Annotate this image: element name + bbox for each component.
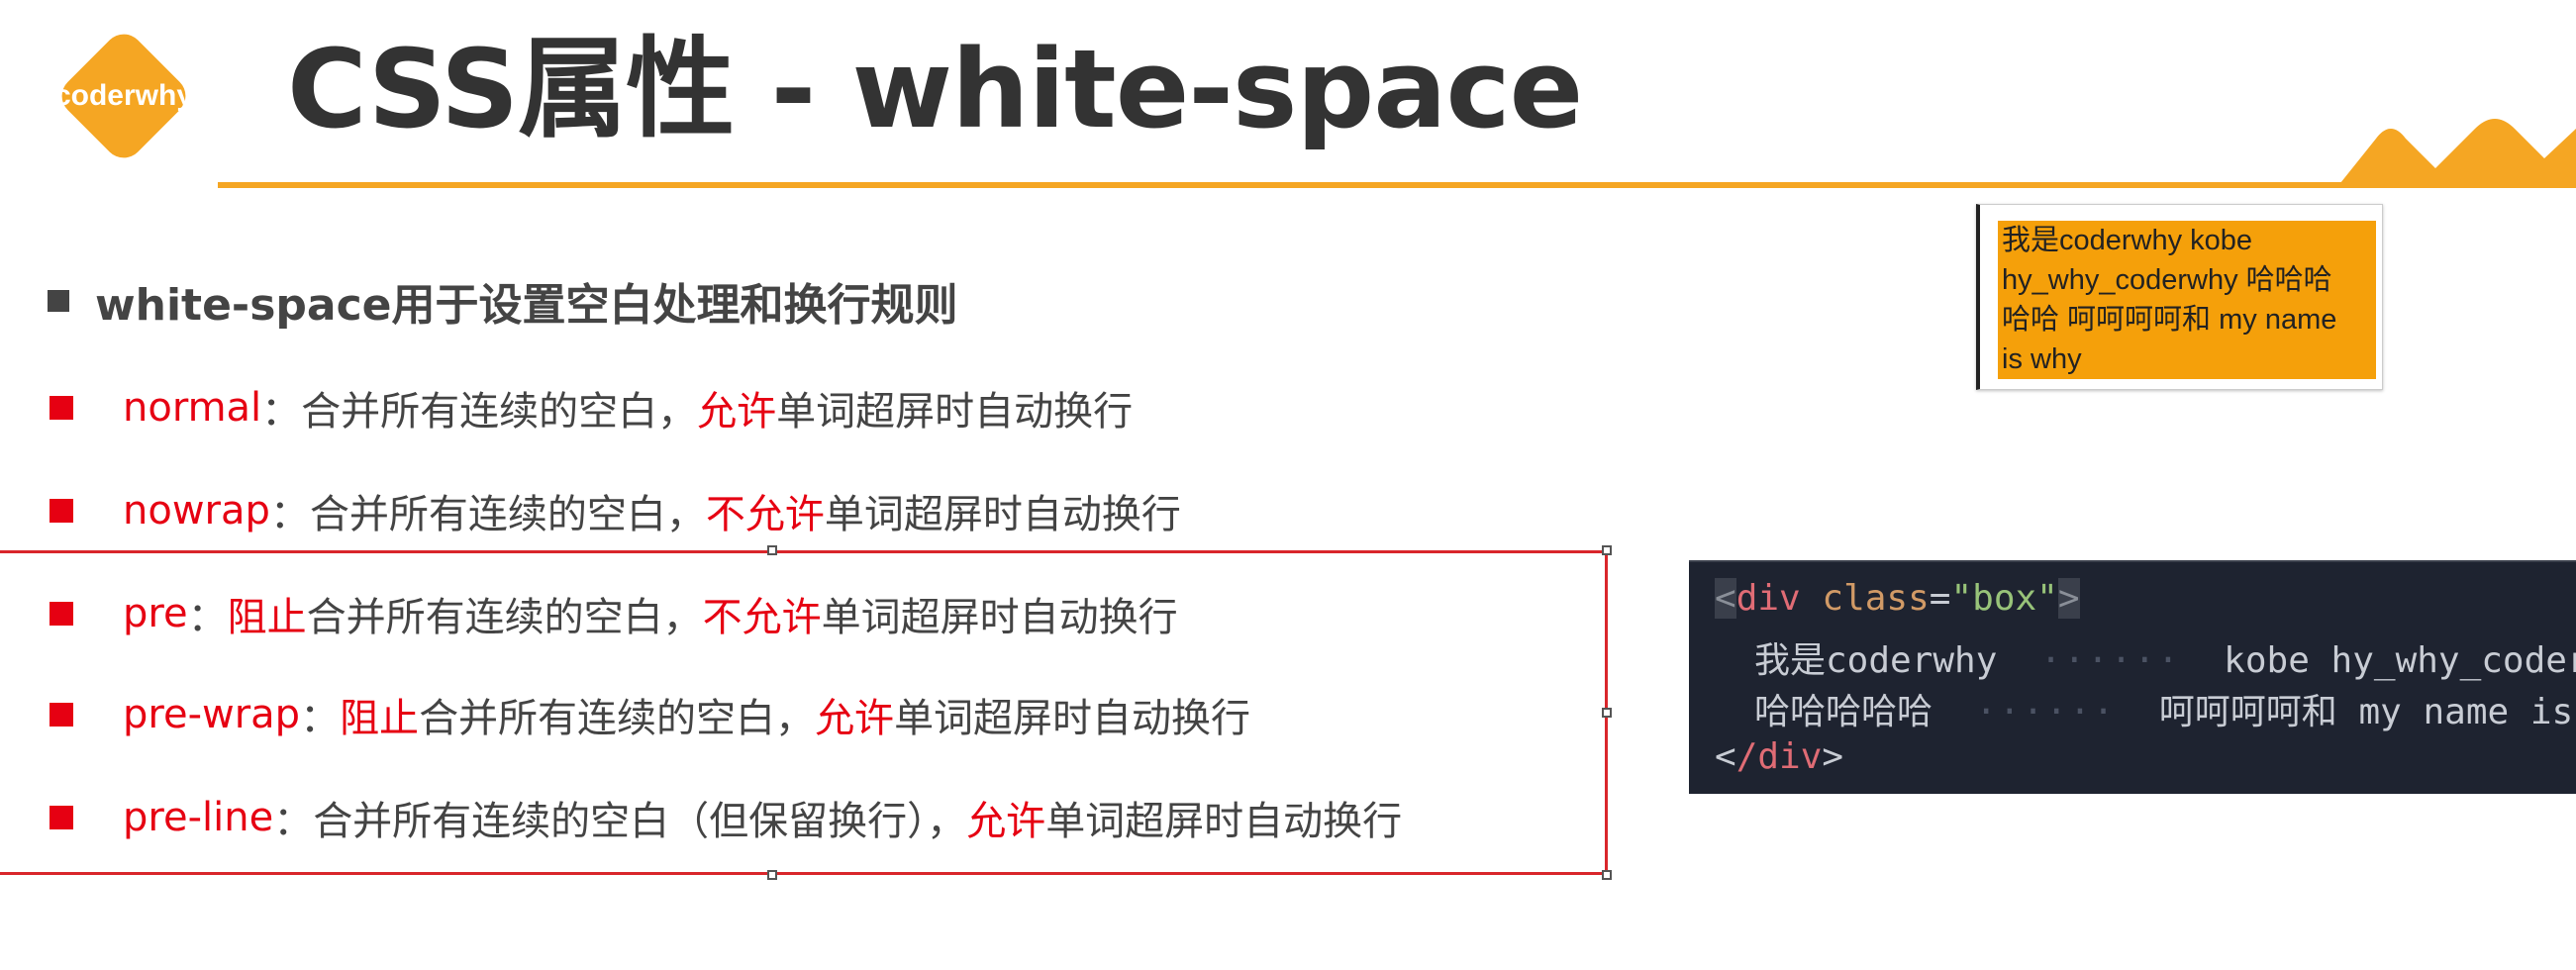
text: 合并所有连续的空白， — [301, 389, 698, 435]
bullet-square-icon — [48, 290, 69, 312]
code-snippet: <div class="box"> 我是coderwhy ······ kobe… — [1689, 560, 2576, 794]
resize-handle-bottom[interactable] — [767, 870, 777, 880]
bullet-square-icon — [50, 396, 73, 420]
code-attr: class — [1822, 578, 1930, 619]
heading-text: white-space用于设置空白处理和换行规则 — [95, 280, 958, 331]
code-text: 呵呵呵呵和 my name is — [2158, 692, 2574, 732]
resize-handle-bottom-right[interactable] — [1602, 870, 1612, 880]
demo-line: 哈哈 呵呵呵呵和 my name — [2002, 304, 2337, 336]
text: 合并所有连续的空白， — [309, 492, 706, 537]
code-line-open-tag: <div class="box"> — [1715, 578, 2080, 619]
whitespace-dots: ······ — [2039, 640, 2181, 681]
code-bracket: > — [2057, 578, 2080, 619]
code-tag: div — [1735, 578, 1801, 619]
highlight: 允许 — [697, 389, 777, 435]
code-line-text-1: 我是coderwhy ······ kobe hy_why_coderwh — [1754, 631, 2576, 683]
demo-line: is why — [2002, 343, 2082, 375]
header-divider — [218, 182, 2576, 188]
code-bracket: < — [1715, 736, 1736, 777]
keyword: normal — [123, 385, 262, 431]
code-line-close-tag: </div> — [1715, 736, 1843, 777]
separator: ： — [269, 492, 310, 537]
selection-box[interactable] — [0, 550, 1608, 875]
code-line-text-2: 哈哈哈哈哈 ······ 呵呵呵呵和 my name is — [1754, 683, 2573, 734]
whitespace-dots: ······ — [1975, 692, 2117, 732]
wave-decoration — [2336, 119, 2576, 188]
logo-text: coderwhy — [53, 79, 194, 112]
demo-preview: 我是coderwhy kobe hy_why_coderwhy 哈哈哈 哈哈 呵… — [1976, 204, 2383, 390]
code-text: 哈哈哈哈哈 — [1754, 692, 1933, 732]
code-bracket: > — [1822, 736, 1844, 777]
code-tag: /div — [1735, 736, 1823, 777]
demo-line: 我是coderwhy kobe — [2002, 225, 2253, 256]
highlight: 不允许 — [705, 492, 825, 537]
resize-handle-top[interactable] — [767, 545, 777, 555]
slide-title: CSS属性 - white-space — [287, 26, 1583, 152]
list-item-nowrap: nowrap ： 合并所有连续的空白， 不允许 单词超屏时自动换行 — [50, 481, 1181, 540]
coderwhy-logo: coderwhy — [38, 10, 210, 182]
demo-line: hy_why_coderwhy 哈哈哈 — [2002, 264, 2332, 296]
keyword: nowrap — [123, 488, 270, 534]
resize-handle-top-right[interactable] — [1602, 545, 1612, 555]
code-text: 我是coderwhy — [1754, 640, 1998, 681]
text: 单词超屏时自动换行 — [824, 492, 1181, 537]
code-string: "box" — [1950, 578, 2058, 619]
resize-handle-right[interactable] — [1602, 708, 1612, 718]
code-bracket: < — [1715, 578, 1736, 619]
bullet-square-icon — [50, 499, 73, 523]
demo-box: 我是coderwhy kobe hy_why_coderwhy 哈哈哈 哈哈 呵… — [1998, 221, 2376, 379]
text: 单词超屏时自动换行 — [776, 389, 1134, 435]
code-text: kobe hy_why_coderwh — [2224, 640, 2576, 681]
section-heading: white-space用于设置空白处理和换行规则 — [48, 269, 958, 333]
list-item-normal: normal ： 合并所有连续的空白， 允许 单词超屏时自动换行 — [50, 378, 1133, 437]
separator: ： — [261, 389, 302, 435]
